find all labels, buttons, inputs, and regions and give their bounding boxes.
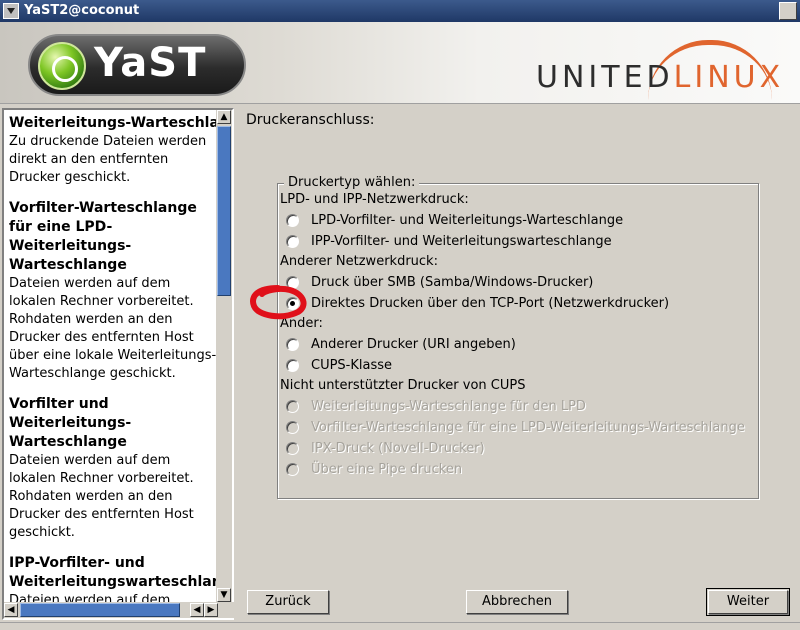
radio-label: IPP-Vorfilter- und Weiterleitungswartesc… (311, 234, 612, 249)
help-vertical-scrollbar[interactable]: ▲ ▼ (216, 110, 232, 604)
help-horizontal-scrollbar[interactable]: ◀ ◀ ▶ (4, 602, 234, 618)
window-menu-icon[interactable] (3, 3, 19, 19)
help-text-area: Weiterleitungs-Warteschlange für den LPD… (4, 110, 218, 604)
radio-label: LPD-Vorfilter- und Weiterleitungs-Wartes… (311, 213, 624, 228)
radio-label: Über eine Pipe drucken (311, 462, 463, 477)
help-section-title: IPP-Vorfilter- und Weiterleitungswartesc… (9, 555, 218, 590)
scroll-left-arrow-icon[interactable]: ◀ (4, 603, 18, 617)
scroll-left-arrow-icon[interactable]: ◀ (190, 603, 204, 617)
radio-button-checked-icon[interactable] (286, 297, 299, 310)
yast-logo: YaST (28, 34, 246, 96)
back-button[interactable]: Zurück (247, 590, 329, 614)
bottom-strip (0, 622, 800, 630)
help-section-title: Vorfilter-Warteschlange für eine LPD-Wei… (9, 200, 197, 273)
horizontal-scroll-thumb[interactable] (20, 603, 180, 617)
header-banner: YaST UNITEDLINUX (0, 22, 800, 104)
radio-button-icon (286, 442, 299, 455)
radio-label: Weiterleitungs-Warteschlange für den LPD (311, 399, 586, 414)
section-lpd-ipp-label: LPD- und IPP-Netzwerkdruck: (280, 192, 469, 207)
yast-logo-text: YaST (94, 40, 207, 86)
radio-label: Druck über SMB (Samba/Windows-Drucker) (311, 275, 594, 290)
vertical-scroll-thumb[interactable] (217, 126, 231, 296)
help-section-text: Zu druckende Dateien werden direkt an de… (9, 134, 207, 185)
logo-linux: LINUX (673, 60, 785, 95)
help-section-text: Dateien werden auf dem lokalen Rechner v… (9, 453, 194, 540)
window-titlebar: YaST2@coconut (0, 0, 800, 22)
next-button[interactable]: Weiter (706, 588, 790, 616)
abort-button[interactable]: Abbrechen (466, 590, 568, 614)
page-title: Druckeranschluss: (246, 112, 375, 128)
radio-label: Anderer Drucker (URI angeben) (311, 337, 516, 352)
window-title: YaST2@coconut (24, 3, 140, 18)
unitedlinux-logo: UNITEDLINUX (536, 60, 784, 95)
window-control-button[interactable] (779, 2, 797, 20)
radio-label: Direktes Drucken über den TCP-Port (Netz… (311, 296, 670, 311)
section-other-network-label: Anderer Netzwerkdruck: (280, 254, 438, 269)
radio-button-icon[interactable] (286, 338, 299, 351)
section-unsupported-label: Nicht unterstützter Drucker von CUPS (280, 378, 526, 393)
help-section-title: Vorfilter und Weiterleitungs-Warteschlan… (9, 396, 132, 450)
radio-label: CUPS-Klasse (311, 358, 393, 373)
radio-button-icon[interactable] (286, 276, 299, 289)
radio-button-icon (286, 421, 299, 434)
radio-button-icon (286, 400, 299, 413)
scroll-right-arrow-icon[interactable]: ▶ (204, 603, 218, 617)
yast-ball-icon (38, 42, 86, 90)
radio-label: Vorfilter-Warteschlange für eine LPD-Wei… (311, 420, 745, 435)
radio-button-icon[interactable] (286, 359, 299, 372)
radio-button-icon[interactable] (286, 235, 299, 248)
scroll-down-arrow-icon[interactable]: ▼ (217, 588, 231, 602)
scroll-up-arrow-icon[interactable]: ▲ (217, 110, 231, 124)
radio-label: IPX-Druck (Novell-Drucker) (311, 441, 485, 456)
groupbox-title: Druckertyp wählen: (284, 175, 420, 190)
section-other-label: Ander: (280, 316, 323, 331)
help-section-text: Dateien werden auf dem lokalen Rechner v… (9, 276, 217, 381)
radio-button-icon[interactable] (286, 214, 299, 227)
help-section-title: Weiterleitungs-Warteschlange für den LPD… (9, 115, 218, 131)
help-panel[interactable]: Weiterleitungs-Warteschlange für den LPD… (2, 108, 234, 620)
logo-united: UNITED (536, 60, 674, 95)
radio-button-icon (286, 463, 299, 476)
